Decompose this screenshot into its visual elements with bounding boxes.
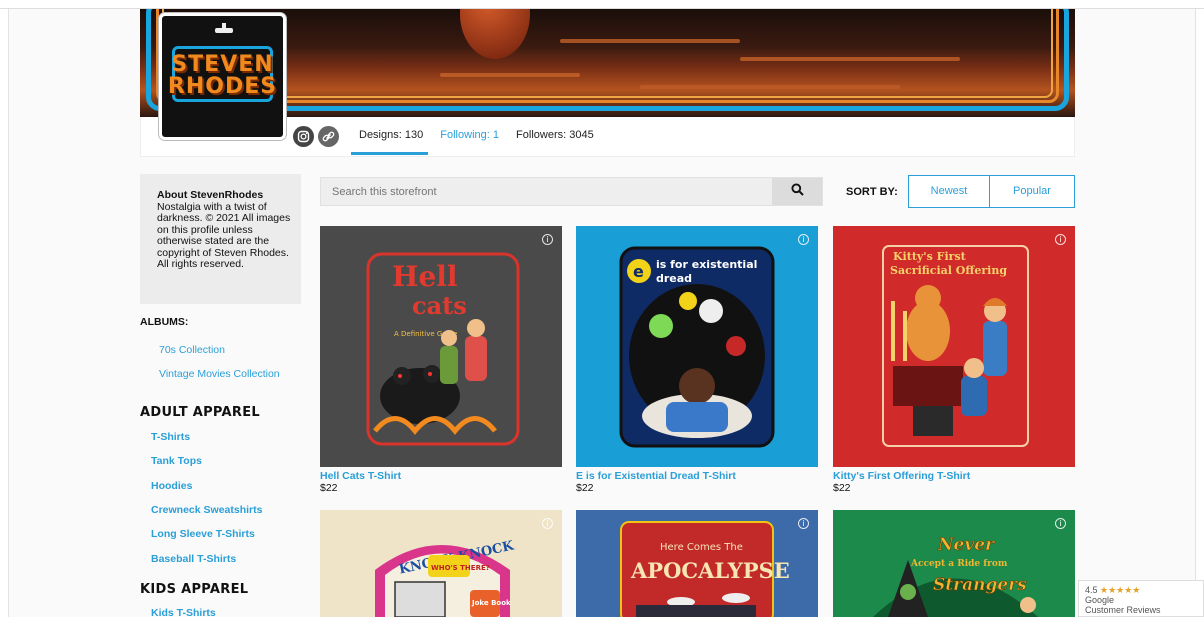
product-image[interactable]: Hell cats A Definitive Guide i — [320, 226, 562, 467]
profile-logo: STEVEN RHODES — [159, 13, 286, 140]
review-line1: Google — [1085, 595, 1115, 605]
product-card[interactable]: Here Comes The APOCALYPSE i — [576, 510, 818, 617]
search-icon — [790, 182, 804, 201]
svg-text:dread: dread — [656, 272, 692, 285]
logo-line2: RHODES — [167, 74, 278, 99]
info-icon[interactable]: i — [798, 234, 809, 245]
storefront-page: STEVEN RHODES Designs: 130 Following: 1 … — [8, 9, 1196, 619]
designs-count[interactable]: Designs: 130 — [359, 129, 423, 141]
art-text: Hell — [392, 260, 458, 293]
sort-newest-button[interactable]: Newest — [908, 175, 990, 208]
search-input[interactable] — [321, 178, 773, 205]
category-t-shirts[interactable]: T-Shirts — [151, 431, 190, 443]
product-card[interactable]: KNOCK KNOCK WHO'S THERE? Joke Book i — [320, 510, 562, 617]
profile-stats: Designs: 130 Following: 1 Followers: 304… — [359, 129, 608, 141]
svg-text:Here Comes The: Here Comes The — [660, 542, 743, 553]
svg-text:Strangers: Strangers — [933, 575, 1027, 595]
svg-text:Joke Book: Joke Book — [471, 599, 511, 607]
product-image[interactable]: e is for existential dread i — [576, 226, 818, 467]
category-long-sleeve-t-shirts[interactable]: Long Sleeve T-Shirts — [151, 528, 255, 540]
product-title[interactable]: Kitty's First Offering T-Shirt — [833, 470, 1075, 482]
svg-text:APOCALYPSE: APOCALYPSE — [630, 558, 790, 583]
instagram-icon[interactable] — [293, 126, 314, 147]
svg-text:e: e — [633, 262, 644, 281]
about-title: About StevenRhodes — [157, 189, 264, 201]
search-bar — [320, 177, 823, 206]
active-tab-indicator — [351, 152, 428, 155]
svg-text:is for existential: is for existential — [656, 258, 757, 271]
review-line2: Customer Reviews — [1085, 605, 1161, 615]
info-icon[interactable]: i — [798, 518, 809, 529]
category-tank-tops[interactable]: Tank Tops — [151, 455, 202, 467]
adult-apparel-heading: ADULT APPAREL — [140, 405, 260, 420]
svg-text:Accept a Ride from: Accept a Ride from — [910, 559, 1008, 569]
sort-popular-button[interactable]: Popular — [989, 175, 1075, 208]
product-image[interactable]: Never Accept a Ride from Strangers i — [833, 510, 1075, 617]
info-icon[interactable]: i — [1055, 518, 1066, 529]
svg-text:cats: cats — [412, 291, 467, 320]
svg-text:WHO'S THERE?: WHO'S THERE? — [431, 564, 490, 572]
info-icon[interactable]: i — [1055, 234, 1066, 245]
followers-count[interactable]: Followers: 3045 — [516, 129, 594, 141]
album-70s-collection[interactable]: 70s Collection — [159, 344, 225, 356]
product-image[interactable]: Kitty's First Sacrificial Offering i — [833, 226, 1075, 467]
svg-text:Never: Never — [937, 535, 995, 555]
sort-by-label: SORT BY: — [846, 186, 898, 198]
search-button[interactable] — [772, 178, 822, 205]
product-image[interactable]: Here Comes The APOCALYPSE i — [576, 510, 818, 617]
product-title[interactable]: Hell Cats T-Shirt — [320, 470, 562, 482]
link-icon[interactable] — [318, 126, 339, 147]
product-card[interactable]: Never Accept a Ride from Strangers i — [833, 510, 1075, 617]
about-text: Nostalgia with a twist of darkness. © 20… — [157, 200, 291, 270]
svg-text:Kitty's First: Kitty's First — [893, 250, 967, 263]
album-vintage-movies[interactable]: Vintage Movies Collection — [159, 368, 280, 380]
product-price: $22 — [833, 482, 851, 494]
svg-text:Sacrificial Offering: Sacrificial Offering — [890, 264, 1007, 277]
google-reviews-badge[interactable]: 4.5 ★★★★★ Google Customer Reviews — [1078, 580, 1204, 617]
category-kids-t-shirts[interactable]: Kids T-Shirts — [151, 607, 216, 619]
product-image[interactable]: KNOCK KNOCK WHO'S THERE? Joke Book i — [320, 510, 562, 617]
product-card[interactable]: e is for existential dread i E is for Ex… — [576, 226, 818, 494]
albums-heading: ALBUMS: — [140, 316, 189, 328]
kids-apparel-heading: KIDS APPAREL — [140, 582, 249, 597]
review-stars: ★★★★★ — [1100, 585, 1141, 595]
category-hoodies[interactable]: Hoodies — [151, 480, 192, 492]
category-baseball-t-shirts[interactable]: Baseball T-Shirts — [151, 553, 236, 565]
following-count[interactable]: Following: 1 — [440, 129, 499, 141]
review-rating: 4.5 — [1085, 585, 1098, 595]
product-title[interactable]: E is for Existential Dread T-Shirt — [576, 470, 818, 482]
product-price: $22 — [320, 482, 338, 494]
product-card[interactable]: Kitty's First Sacrificial Offering i Kit… — [833, 226, 1075, 494]
info-icon[interactable]: i — [542, 518, 553, 529]
info-icon[interactable]: i — [542, 234, 553, 245]
category-crewneck-sweatshirts[interactable]: Crewneck Sweatshirts — [151, 504, 262, 516]
about-panel: About StevenRhodes Nostalgia with a twis… — [140, 174, 301, 304]
browser-top-strip — [0, 0, 1204, 9]
product-price: $22 — [576, 482, 594, 494]
product-card[interactable]: Hell cats A Definitive Guide i Hell Cats… — [320, 226, 562, 494]
